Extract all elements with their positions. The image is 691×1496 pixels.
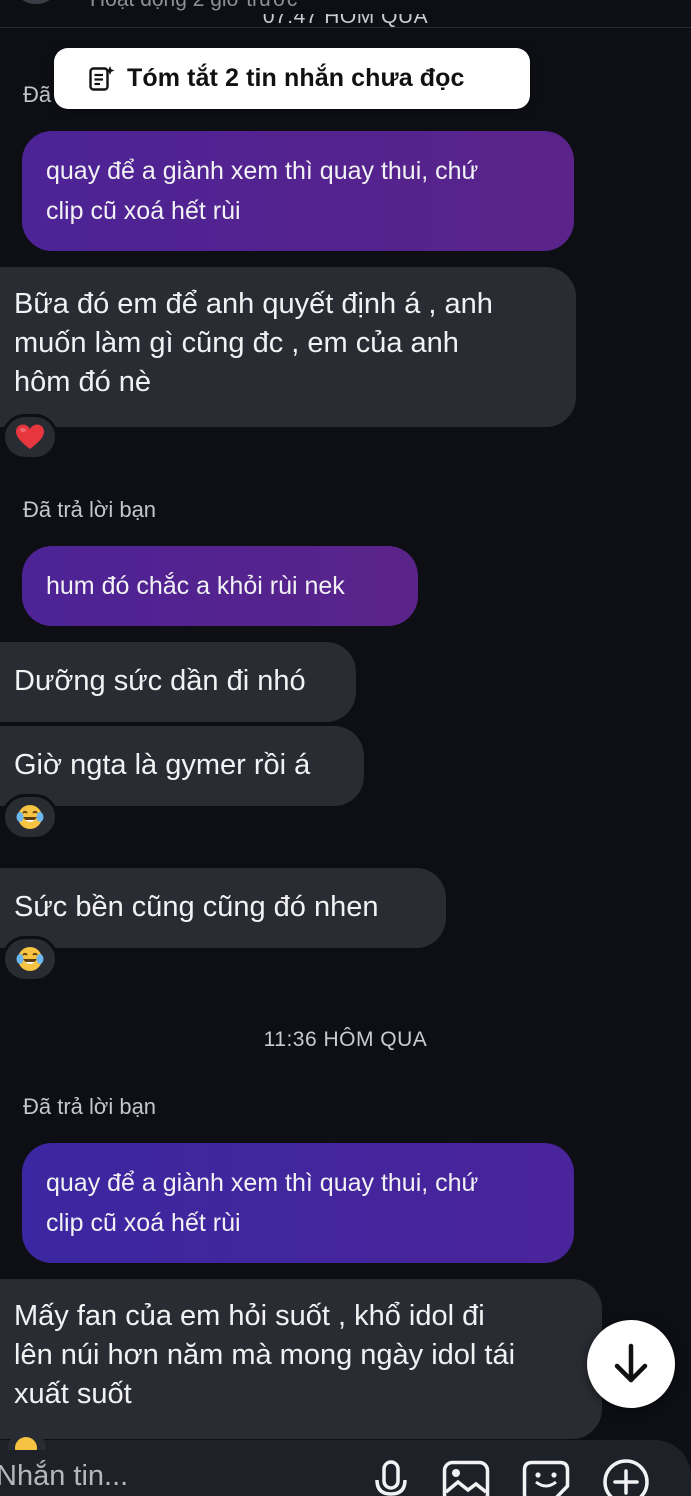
outgoing-message[interactable]: quay để a giành xem thì quay thui, chứ c… [22,1143,574,1263]
outgoing-message[interactable]: quay để a giành xem thì quay thui, chứ c… [22,131,574,251]
arrow-down-icon [614,1343,648,1383]
scroll-to-bottom-button[interactable] [587,1320,675,1408]
message-text: Mấy fan của em hỏi suốt , khổ idol đi [14,1300,485,1332]
message-reaction[interactable] [2,794,58,840]
message-text: clip cũ xoá hết rùi [46,197,241,225]
incoming-message[interactable]: Mấy fan của em hỏi suốt , khổ idol đi lê… [0,1279,602,1439]
joy-tears-emoji-icon [16,805,44,829]
message-composer[interactable]: Nhắn tin... [0,1430,691,1496]
message-text: clip cũ xoá hết rùi [46,1209,241,1237]
replied-label: Đã trả lời bạn [23,497,157,522]
message-input[interactable]: Nhắn tin... [0,1460,128,1493]
unread-summary-label: Tóm tắt 2 tin nhắn chưa đọc [127,64,465,92]
red-heart-icon [16,424,44,449]
microphone-icon[interactable] [373,1460,409,1496]
time-separator: 11:36 HÔM QUA [263,1028,428,1051]
message-text: Dưỡng sức dần đi nhó [14,665,306,697]
message-text: hum đó chắc a khỏi rùi nek [46,572,345,600]
message-text: Sức bền cũng cũng đó nhen [14,891,379,923]
incoming-message[interactable]: Bữa đó em để anh quyết định á , anh muốn… [0,267,576,427]
incoming-message[interactable]: Dưỡng sức dần đi nhó [0,642,356,722]
message-reaction[interactable] [2,936,58,982]
activity-status: Hoạt động 2 giờ trước [90,0,297,12]
replied-label: Đã trả lời bạn [23,1094,157,1119]
message-text: hôm đó nè [14,366,152,398]
message-text: lên núi hơn năm mà mong ngày idol tái [14,1339,516,1371]
message-text: Giờ ngta là gymer rồi á [14,749,311,781]
message-text: quay để a giành xem thì quay thui, chứ [46,157,479,185]
incoming-message[interactable]: Sức bền cũng cũng đó nhen [0,868,446,948]
incoming-message[interactable]: Giờ ngta là gymer rồi á [0,726,364,806]
outgoing-message[interactable]: hum đó chắc a khỏi rùi nek [22,546,418,626]
time-separator: 07:47 HÔM QUA [0,14,691,34]
time-separator-text: 07:47 HÔM QUA [262,14,429,28]
message-reaction[interactable] [2,414,58,460]
image-icon[interactable] [442,1460,490,1496]
message-text: Bữa đó em để anh quyết định á , anh [14,288,493,320]
summary-doc-sparkle-icon [89,66,115,91]
replied-label: Đã [23,82,52,107]
sticker-icon[interactable] [522,1460,570,1496]
unread-summary-button[interactable]: Tóm tắt 2 tin nhắn chưa đọc [54,48,530,109]
joy-tears-emoji-icon [16,947,44,971]
message-text: xuất suốt [14,1378,132,1410]
message-text: quay để a giành xem thì quay thui, chứ [46,1169,479,1197]
plus-icon[interactable] [602,1458,650,1496]
message-text: muốn làm gì cũng đc , em của anh [14,327,459,359]
avatar[interactable] [16,0,56,4]
